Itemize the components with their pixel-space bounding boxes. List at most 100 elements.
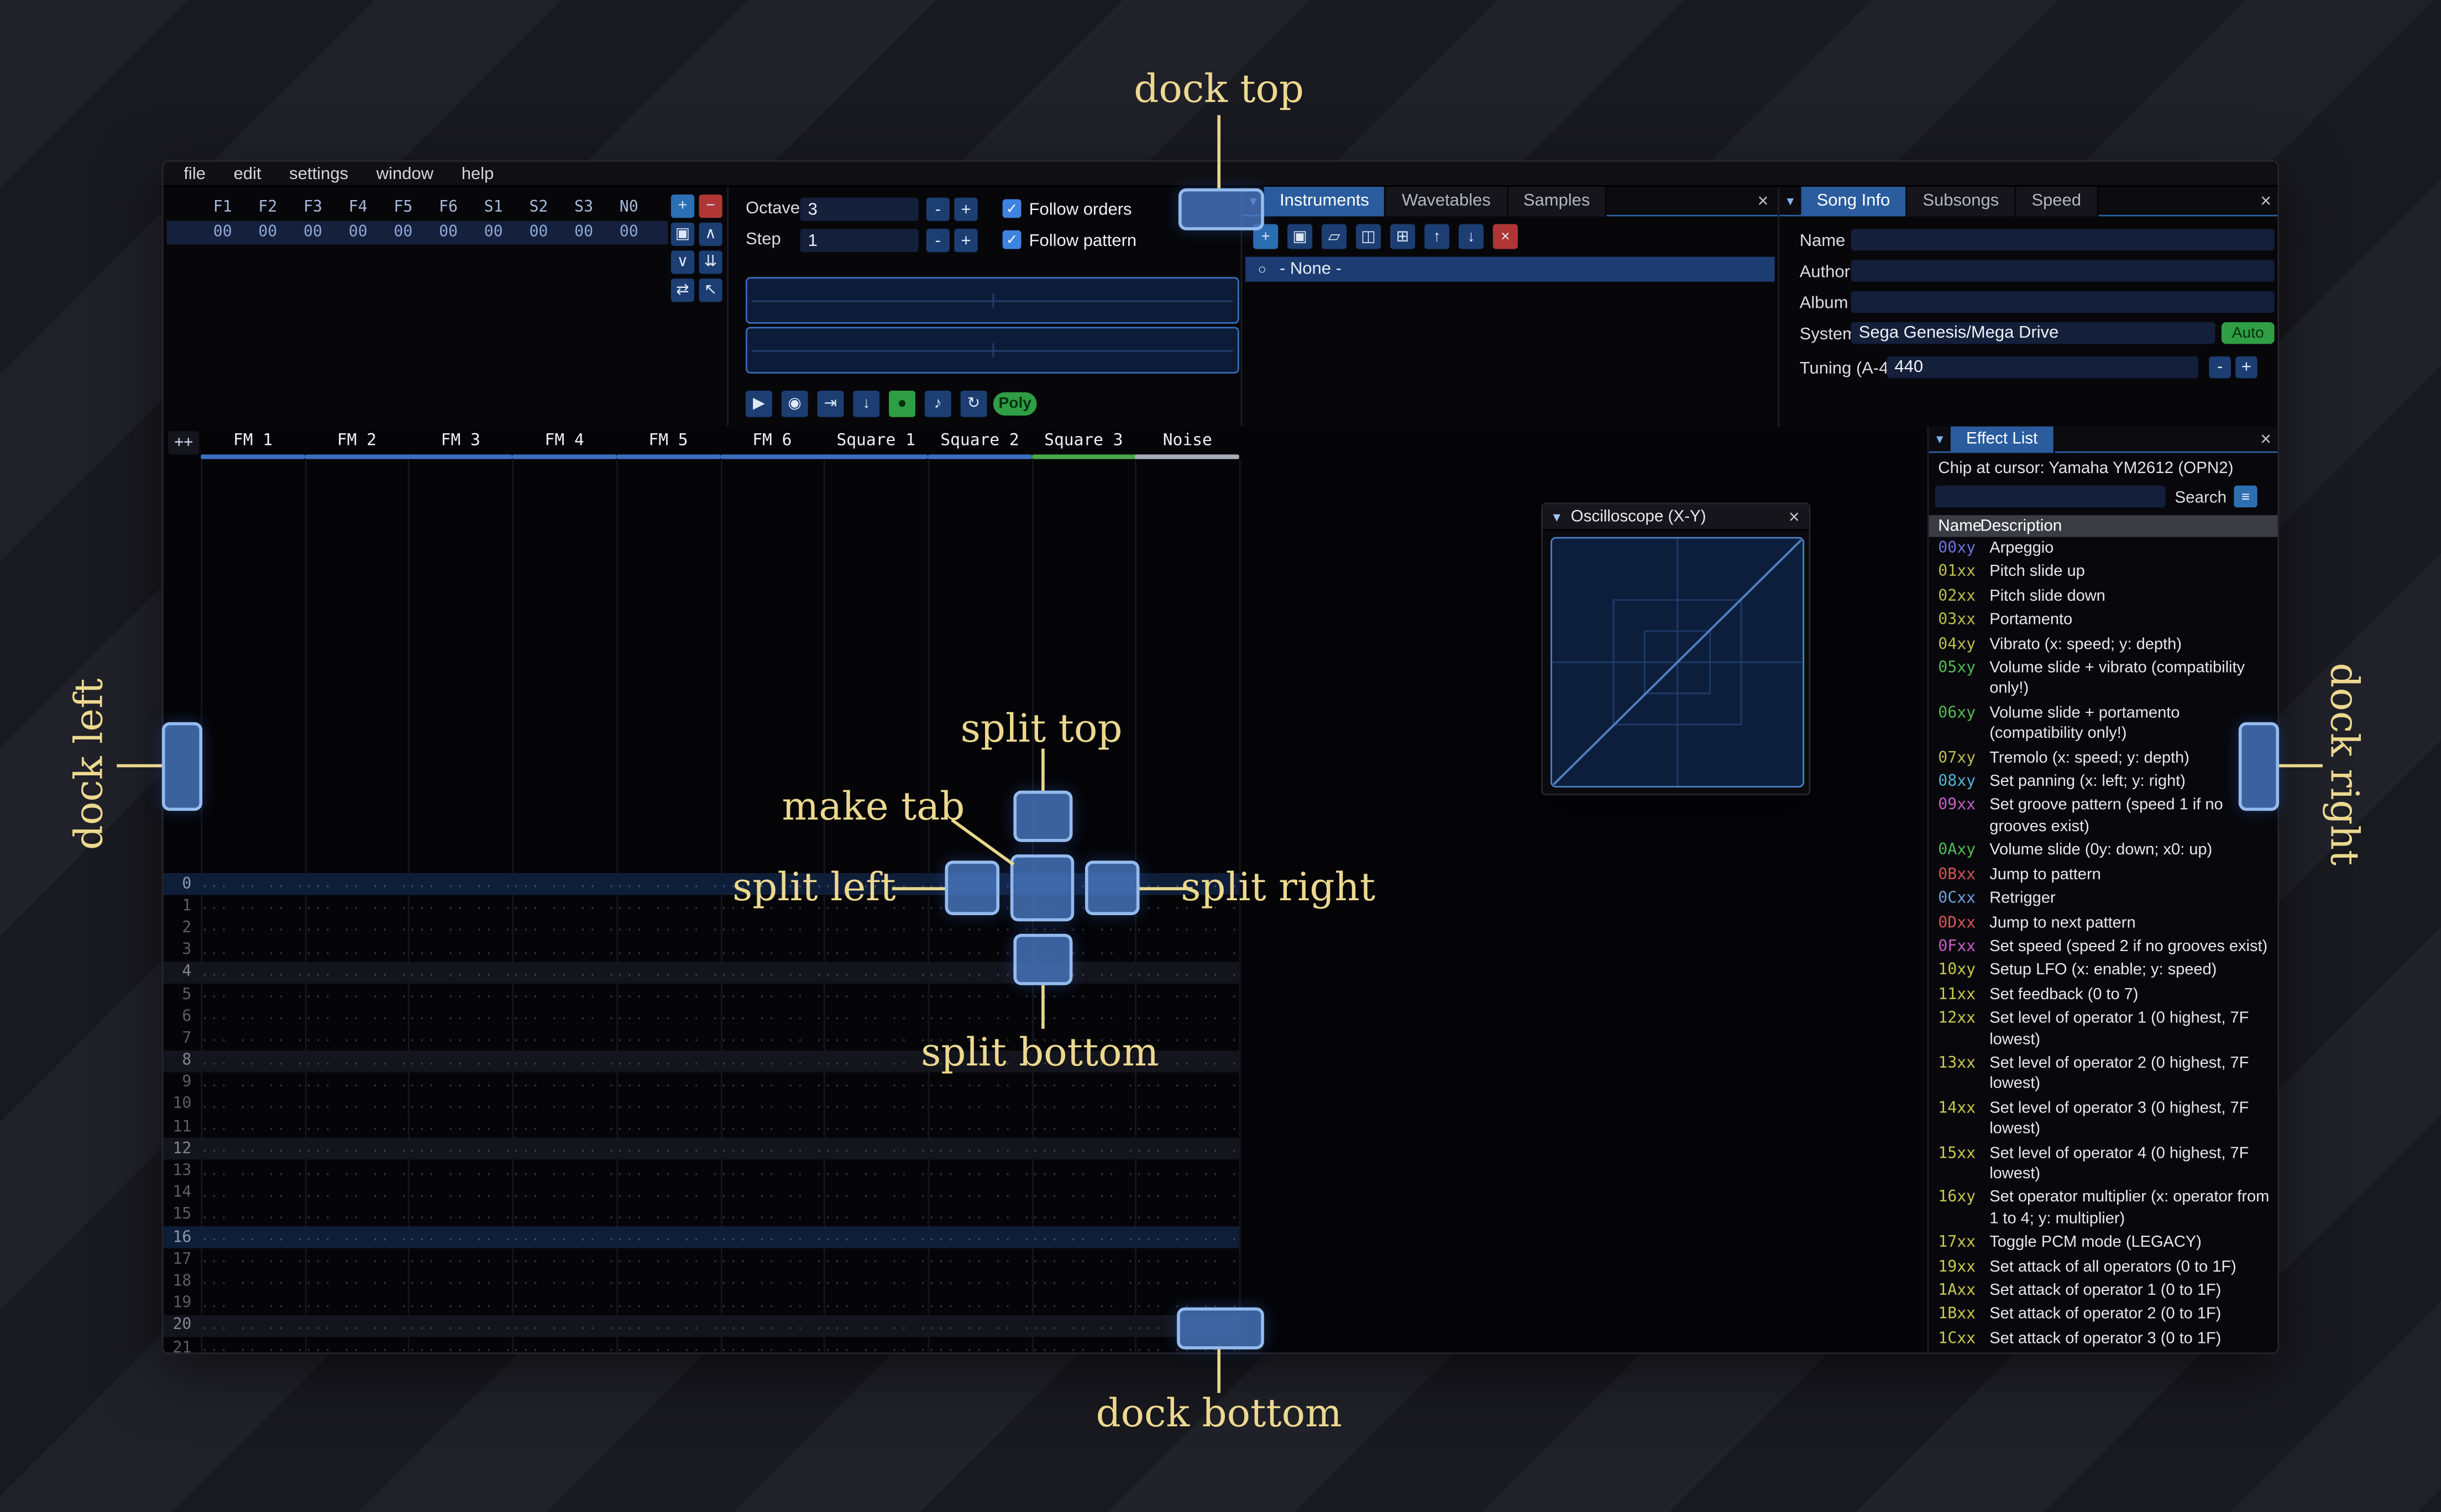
pattern-cell[interactable]: ... .. .. ... bbox=[616, 1185, 720, 1201]
pattern-cell[interactable]: ... .. .. ... bbox=[824, 1274, 928, 1289]
pattern-cell[interactable]: ... .. .. ... bbox=[408, 1075, 512, 1090]
pattern-cell[interactable]: ... .. .. ... bbox=[616, 1163, 720, 1179]
channel-header-square-1[interactable]: Square 1 bbox=[824, 429, 929, 459]
pattern-cell[interactable]: ... .. .. ... bbox=[616, 1274, 720, 1289]
pattern-cell[interactable]: ... .. .. ... bbox=[1135, 1009, 1239, 1025]
order-value-cell[interactable]: 00 bbox=[246, 221, 290, 244]
tuning-minus-button[interactable]: - bbox=[2209, 356, 2231, 379]
pattern-cell[interactable]: ... .. .. ... bbox=[512, 965, 616, 980]
pattern-row[interactable]: 2... .. .. ...... .. .. ...... .. .. ...… bbox=[164, 917, 1239, 939]
pattern-cell[interactable]: ... .. .. ... bbox=[1031, 1296, 1135, 1311]
pattern-row[interactable]: 12... .. .. ...... .. .. ...... .. .. ..… bbox=[163, 1138, 1239, 1161]
pattern-cell[interactable]: ... .. .. ... bbox=[201, 943, 305, 958]
play-pattern-button[interactable]: ◉ bbox=[781, 390, 808, 417]
pattern-row[interactable]: 10... .. .. ...... .. .. ...... .. .. ..… bbox=[164, 1094, 1239, 1116]
pattern-cell[interactable]: ... .. .. ... bbox=[305, 876, 408, 892]
pattern-cell[interactable]: ... .. .. ... bbox=[201, 1185, 305, 1201]
pattern-cell[interactable]: ... .. .. ... bbox=[201, 1252, 305, 1267]
pattern-cell[interactable]: ... .. .. ... bbox=[305, 1141, 408, 1157]
effect-row[interactable]: 01xx Pitch slide up bbox=[1929, 561, 2277, 585]
metronome-button[interactable]: ♪ bbox=[924, 390, 951, 417]
pattern-cell[interactable]: ... .. .. ... bbox=[824, 1230, 928, 1245]
channel-header-fm-2[interactable]: FM 2 bbox=[305, 429, 409, 459]
pattern-cell[interactable]: ... .. .. ... bbox=[824, 943, 928, 958]
tab-speed[interactable]: Speed bbox=[2016, 186, 2098, 217]
pattern-cell[interactable]: ... .. .. ... bbox=[1135, 1208, 1239, 1223]
order-value-cell[interactable]: 00 bbox=[291, 221, 335, 244]
pattern-cell[interactable]: ... .. .. ... bbox=[720, 1031, 824, 1047]
pattern-cell[interactable]: ... .. .. ... bbox=[1135, 921, 1239, 936]
pattern-row[interactable]: 13... .. .. ...... .. .. ...... .. .. ..… bbox=[164, 1160, 1239, 1182]
pattern-cell[interactable]: ... .. .. ... bbox=[1031, 987, 1135, 1002]
pattern-cell[interactable]: ... .. .. ... bbox=[720, 1296, 824, 1311]
pattern-row[interactable]: 5... .. .. ...... .. .. ...... .. .. ...… bbox=[164, 984, 1239, 1006]
pattern-cell[interactable]: ... .. .. ... bbox=[512, 1119, 616, 1135]
pattern-cell[interactable]: ... .. .. ... bbox=[1031, 1163, 1135, 1179]
pattern-cell[interactable]: ... .. .. ... bbox=[824, 921, 928, 936]
panel-menu-icon[interactable]: ▾ bbox=[1779, 187, 1801, 215]
pattern-cell[interactable]: ... .. .. ... bbox=[408, 943, 512, 958]
pattern-row[interactable]: 1... .. .. ...... .. .. ...... .. .. ...… bbox=[164, 895, 1239, 917]
pattern-cell[interactable]: ... .. .. ... bbox=[928, 1208, 1031, 1223]
pattern-cell[interactable]: ... .. .. ... bbox=[720, 1208, 824, 1223]
make-tab-target[interactable] bbox=[1010, 854, 1075, 922]
name-field[interactable] bbox=[1851, 228, 2275, 251]
channel-header-fm-5[interactable]: FM 5 bbox=[616, 429, 721, 459]
pattern-cell[interactable]: ... .. .. ... bbox=[1031, 1141, 1135, 1157]
menu-item-file[interactable]: file bbox=[170, 162, 219, 186]
pattern-cell[interactable]: ... .. .. ... bbox=[201, 1318, 305, 1334]
pattern-cell[interactable]: ... .. .. ... bbox=[408, 921, 512, 936]
pattern-cell[interactable]: ... .. .. ... bbox=[305, 921, 408, 936]
pattern-cell[interactable]: ... .. .. ... bbox=[512, 1053, 616, 1068]
pattern-cell[interactable]: ... .. .. ... bbox=[1031, 1097, 1135, 1112]
effect-row[interactable]: 0Bxx Jump to pattern bbox=[1929, 863, 2277, 887]
pattern-row[interactable]: 17... .. .. ...... .. .. ...... .. .. ..… bbox=[164, 1248, 1239, 1271]
pattern-cell[interactable]: ... .. .. ... bbox=[201, 1031, 305, 1047]
pattern-cell[interactable]: ... .. .. ... bbox=[512, 1318, 616, 1334]
pattern-cell[interactable]: ... .. .. ... bbox=[408, 1097, 512, 1112]
dock-left-target[interactable] bbox=[161, 722, 203, 811]
dock-top-target[interactable] bbox=[1178, 188, 1264, 230]
pattern-cell[interactable]: ... .. .. ... bbox=[616, 1141, 720, 1157]
orders-channel-f3[interactable]: F3 bbox=[291, 198, 335, 218]
pattern-cell[interactable]: ... .. .. ... bbox=[720, 987, 824, 1002]
repeat-pattern-button[interactable]: ↻ bbox=[960, 390, 987, 417]
pattern-cell[interactable]: ... .. .. ... bbox=[512, 1208, 616, 1223]
play-button[interactable]: ▶ bbox=[746, 390, 772, 417]
effect-row[interactable]: 0Dxx Jump to next pattern bbox=[1929, 911, 2277, 935]
effect-row[interactable]: 09xx Set groove pattern (speed 1 if no gr… bbox=[1929, 795, 2277, 839]
pattern-cell[interactable]: ... .. .. ... bbox=[1135, 1097, 1239, 1112]
pattern-cell[interactable]: ... .. .. ... bbox=[408, 876, 512, 892]
pattern-cell[interactable]: ... .. .. ... bbox=[305, 943, 408, 958]
follow-orders-checkbox[interactable]: ✓ bbox=[1002, 199, 1022, 218]
pattern-cell[interactable]: ... .. .. ... bbox=[824, 1097, 928, 1112]
pattern-cell[interactable]: ... .. .. ... bbox=[1031, 1340, 1135, 1352]
pattern-cell[interactable]: ... .. .. ... bbox=[305, 1274, 408, 1289]
pattern-cell[interactable]: ... .. .. ... bbox=[305, 1163, 408, 1179]
pattern-cell[interactable]: ... .. .. ... bbox=[928, 987, 1031, 1002]
order-value-cell[interactable]: 00 bbox=[472, 221, 515, 244]
step-minus-button[interactable]: - bbox=[926, 228, 950, 253]
effect-row[interactable]: 0Axy Volume slide (0y: down; x0: up) bbox=[1929, 839, 2277, 863]
pattern-cell[interactable]: ... .. .. ... bbox=[201, 1053, 305, 1068]
delete-instrument-button[interactable]: × bbox=[1492, 224, 1518, 249]
pattern-cell[interactable]: ... .. .. ... bbox=[512, 1296, 616, 1311]
split-right-target[interactable] bbox=[1085, 860, 1140, 915]
pattern-cell[interactable]: ... .. .. ... bbox=[201, 987, 305, 1002]
pattern-cell[interactable]: ... .. .. ... bbox=[201, 1075, 305, 1090]
pattern-cell[interactable]: ... .. .. ... bbox=[616, 1230, 720, 1245]
pattern-cell[interactable]: ... .. .. ... bbox=[720, 921, 824, 936]
pattern-cell[interactable]: ... .. .. ... bbox=[512, 1252, 616, 1267]
order-value-cell[interactable]: 00 bbox=[336, 221, 380, 244]
pattern-cell[interactable]: ... .. .. ... bbox=[1135, 987, 1239, 1002]
tab-effect-list[interactable]: Effect List bbox=[1950, 426, 2055, 453]
order-value-cell[interactable]: 00 bbox=[517, 221, 561, 244]
pattern-cell[interactable]: ... .. .. ... bbox=[720, 1009, 824, 1025]
pattern-cell[interactable]: ... .. .. ... bbox=[616, 899, 720, 914]
effect-row[interactable]: 06xy Volume slide + portamento (compatibi… bbox=[1929, 702, 2277, 747]
pattern-cell[interactable]: ... .. .. ... bbox=[720, 943, 824, 958]
octave-input[interactable]: 3 bbox=[800, 197, 919, 221]
auto-system-button[interactable]: Auto bbox=[2221, 322, 2275, 344]
instrument-list-item[interactable]: ○ - None - bbox=[1245, 256, 1775, 282]
pattern-cell[interactable]: ... .. .. ... bbox=[305, 1252, 408, 1267]
